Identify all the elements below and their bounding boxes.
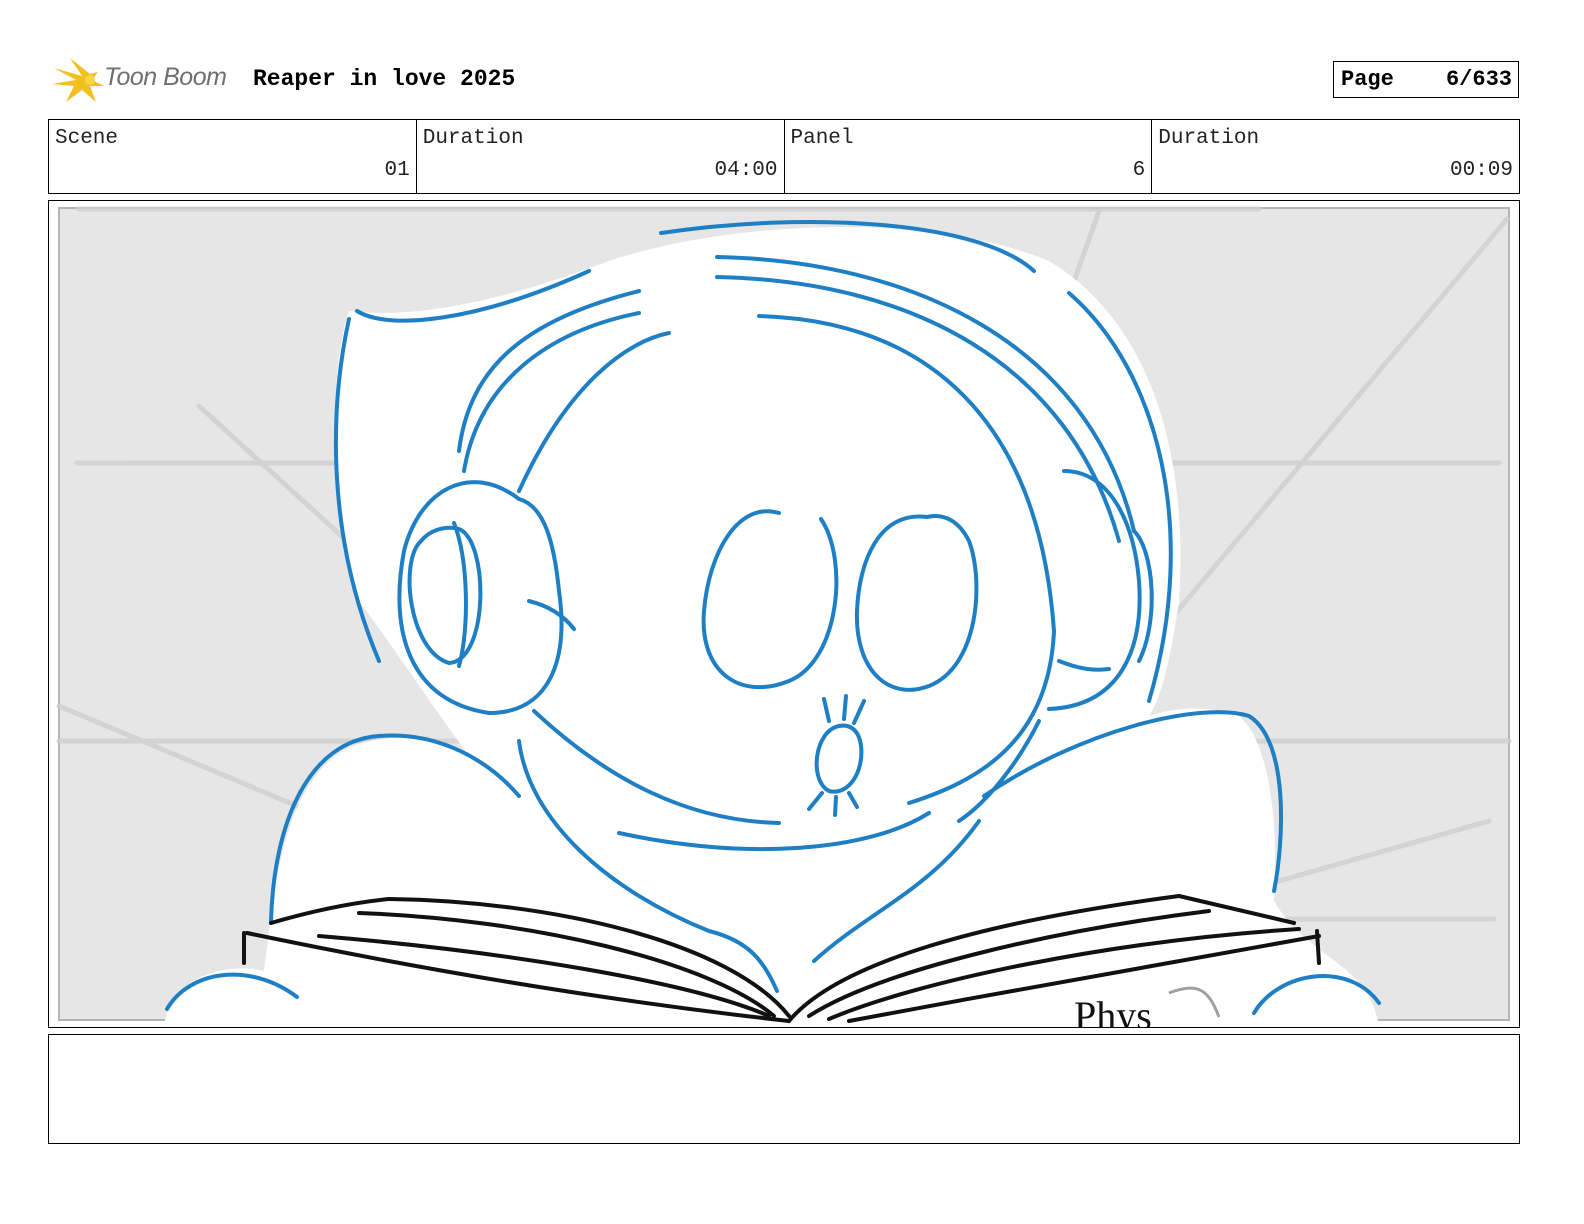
panel-notes-box[interactable] [48, 1034, 1520, 1144]
page-indicator: Page 6/633 [1333, 61, 1519, 98]
scene-cell: Scene 01 [49, 120, 417, 193]
page-label: Page [1341, 67, 1394, 92]
toon-boom-star-icon [52, 58, 104, 102]
panel-label: Panel [790, 127, 854, 150]
toon-boom-logo: Toon Boom [52, 56, 238, 106]
book-title-text: Phys [1074, 993, 1152, 1027]
panel-duration-value: 00:09 [1449, 159, 1513, 182]
panel-duration-cell: Duration 00:09 [1152, 120, 1519, 193]
panel-info-row: Scene 01 Duration 04:00 Panel 6 Duration… [48, 119, 1520, 194]
scene-label: Scene [55, 127, 119, 150]
scene-duration-value: 04:00 [714, 159, 778, 182]
panel-value: 6 [1132, 159, 1146, 182]
panel-duration-label: Duration [1158, 127, 1260, 150]
storyboard-panel: Phys [48, 200, 1520, 1028]
scene-value: 01 [384, 159, 410, 182]
scene-duration-label: Duration [422, 127, 524, 150]
scene-duration-cell: Duration 04:00 [417, 120, 785, 193]
logo-text: Toon Boom [104, 63, 227, 91]
panel-cell: Panel 6 [785, 120, 1153, 193]
page-value: 6/633 [1445, 67, 1512, 92]
project-title: Reaper in love 2025 [253, 66, 516, 92]
panel-sketch: Phys [56, 206, 1512, 1027]
